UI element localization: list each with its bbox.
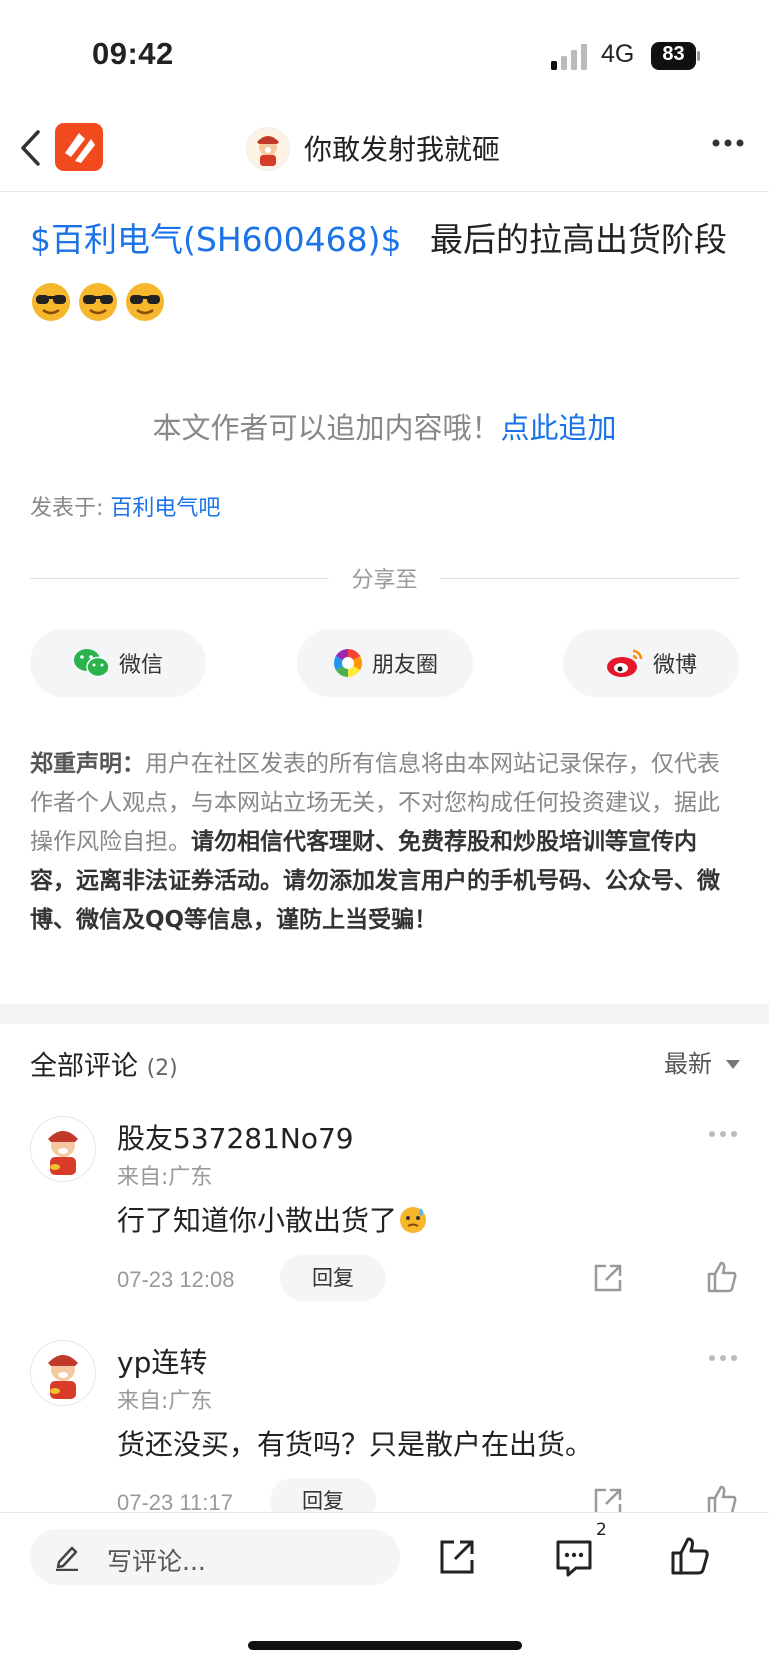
comment-more-icon[interactable] <box>708 1130 738 1138</box>
share-weibo-label: 微博 <box>652 653 697 678</box>
sunglasses-emoji-icon <box>32 283 70 321</box>
share-icon[interactable] <box>438 1538 476 1576</box>
forum-link[interactable]: 百利电气吧 <box>110 496 220 521</box>
comment-more-icon[interactable] <box>708 1354 738 1362</box>
comment-avatar[interactable] <box>30 1340 96 1406</box>
append-link[interactable]: 点此追加 <box>501 411 617 445</box>
sweat-emoji-icon <box>400 1207 427 1233</box>
status-time: 09:42 <box>92 36 174 71</box>
sunglasses-emoji-icon <box>126 283 164 321</box>
section-gap <box>0 1004 769 1024</box>
comment-avatar[interactable] <box>30 1116 96 1182</box>
comment-text: 货还没买，有货吗？只是散户在出货。 <box>117 1428 594 1461</box>
comment-text: 行了知道你小散出货了 <box>117 1199 427 1239</box>
battery-icon: 83 <box>651 42 701 70</box>
share-wechat-button[interactable]: 微信 <box>30 629 206 697</box>
comment-location: 来自:广东 <box>117 1389 213 1414</box>
sort-dropdown[interactable]: 最新 <box>664 1044 740 1079</box>
write-comment-input[interactable] <box>30 1529 400 1585</box>
moments-icon <box>334 649 362 677</box>
comment-text-content: 行了知道你小散出货了 <box>117 1204 398 1237</box>
comments-count: (2) <box>146 1056 178 1081</box>
comment-username[interactable]: yp连转 <box>117 1341 207 1381</box>
weibo-icon <box>606 649 643 677</box>
battery-level: 83 <box>662 43 685 65</box>
bottom-bar-divider <box>0 1512 769 1513</box>
append-prompt-text: 本文作者可以追加内容哦！ <box>152 411 501 445</box>
write-comment-placeholder[interactable]: 写评论... <box>107 1542 206 1578</box>
like-icon[interactable] <box>670 1536 710 1576</box>
share-icon[interactable] <box>592 1262 624 1294</box>
comments-header: 全部评论 (2) <box>30 1044 178 1083</box>
caret-down-icon <box>725 1060 740 1069</box>
comment-location: 来自:广东 <box>117 1165 213 1190</box>
posted-in: 发表于: 百利电气吧 <box>30 490 220 522</box>
disclaimer: 郑重声明：用户在社区发表的所有信息将由本网站记录保存，仅代表作者个人观点，与本网… <box>30 745 742 940</box>
comment-username[interactable]: 股友537281No79 <box>117 1117 354 1157</box>
append-prompt: 本文作者可以追加内容哦！点此追加 <box>0 405 769 447</box>
header-title[interactable]: 你敢发射我就砸 <box>304 128 500 168</box>
more-options-icon[interactable] <box>711 138 745 148</box>
share-moments-button[interactable]: 朋友圈 <box>297 629 473 697</box>
share-divider-right <box>440 578 739 579</box>
app-logo-icon[interactable] <box>55 123 103 171</box>
like-icon[interactable] <box>706 1260 738 1294</box>
home-indicator <box>248 1641 522 1650</box>
share-weibo-button[interactable]: 微博 <box>563 629 739 697</box>
pencil-icon <box>56 1546 78 1571</box>
sort-label: 最新 <box>664 1050 712 1078</box>
header-divider <box>0 191 769 192</box>
comment-count-badge: 2 <box>596 1520 607 1540</box>
reply-button[interactable]: 回复 <box>280 1255 386 1301</box>
post-text: 最后的拉高出货阶段 <box>429 220 727 259</box>
disclaimer-title: 郑重声明： <box>30 751 145 777</box>
network-type: 4G <box>601 40 635 68</box>
posted-in-label: 发表于: <box>30 496 111 521</box>
share-moments-label: 朋友圈 <box>371 653 438 678</box>
sunglasses-emoji-icon <box>79 283 117 321</box>
author-avatar[interactable] <box>246 127 290 171</box>
back-arrow-icon[interactable] <box>18 128 44 168</box>
signal-icon <box>551 44 587 70</box>
comment-icon[interactable] <box>554 1538 594 1578</box>
share-wechat-label: 微信 <box>118 653 163 678</box>
comment-time: 07-23 12:08 <box>117 1267 235 1292</box>
post-content: $百利电气(SH600468)$ 最后的拉高出货阶段 <box>30 208 730 336</box>
comments-title: 全部评论 <box>30 1051 138 1082</box>
wechat-icon <box>73 649 110 678</box>
stock-tag-link[interactable]: $百利电气(SH600468)$ <box>30 220 401 259</box>
